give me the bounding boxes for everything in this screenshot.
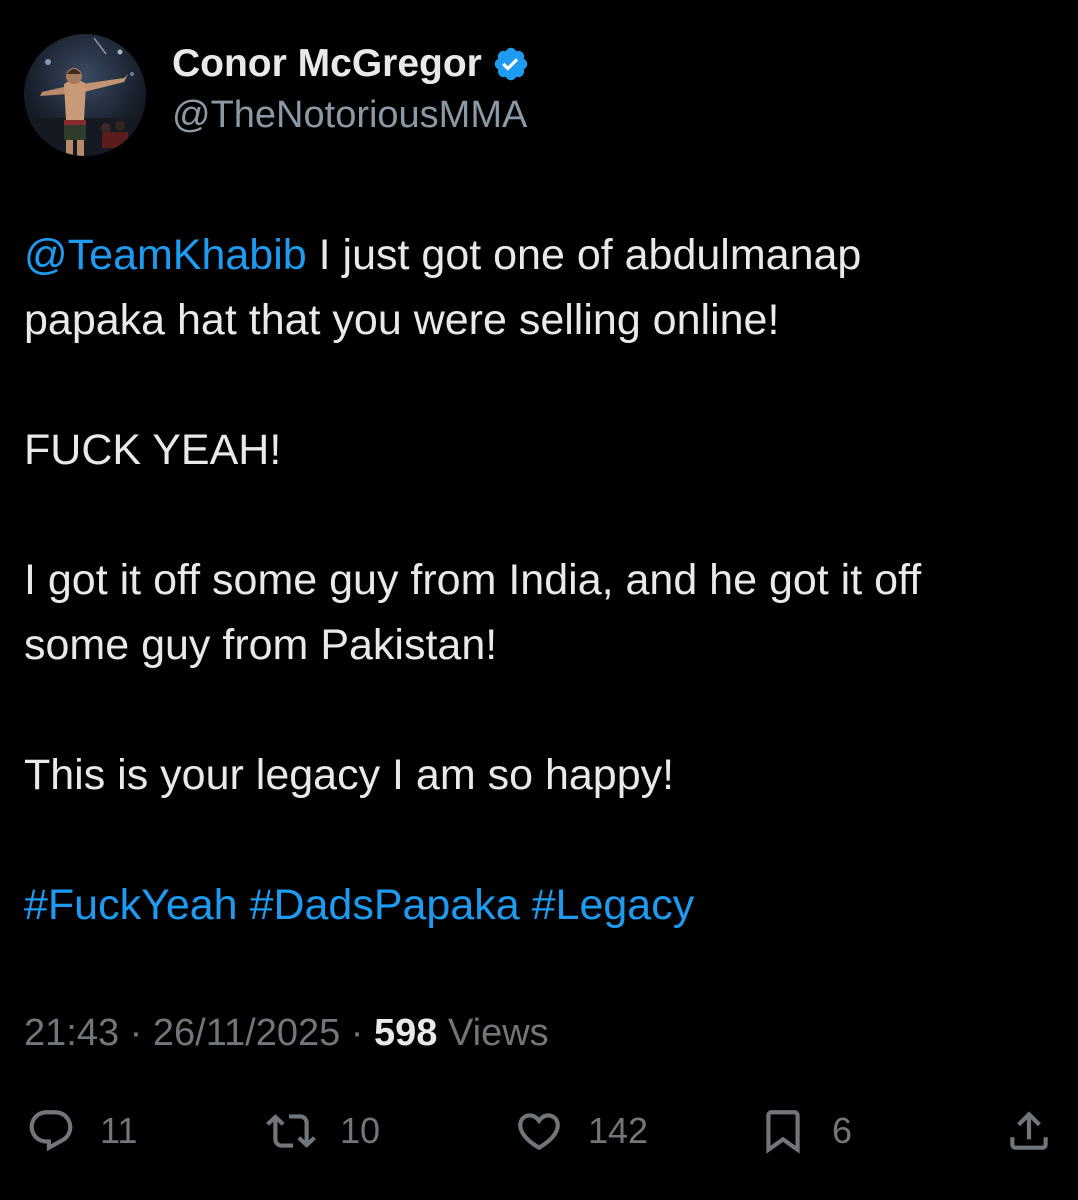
name-row: Conor McGregor <box>172 40 530 88</box>
share-icon <box>1010 1111 1048 1150</box>
repost-count: 10 <box>340 1110 381 1151</box>
tweet-header: Conor McGregor @TheNotoriousMMA <box>24 34 530 156</box>
reply-icon <box>29 1110 73 1152</box>
tweet-line-2: papaka hat that you were selling online! <box>24 296 780 344</box>
meta-separator: · <box>119 1012 153 1054</box>
tweet-line-5: some guy from Pakistan! <box>24 621 498 669</box>
meta-separator: · <box>340 1012 375 1054</box>
tweet-meta: 21:43 · 26/11/2025 · 598 Views <box>24 1012 549 1055</box>
avatar-photo <box>24 34 146 156</box>
bookmark-icon <box>766 1110 800 1154</box>
tweet-line-3: FUCK YEAH! <box>24 426 282 474</box>
handle[interactable]: @TheNotoriousMMA <box>172 94 530 137</box>
action-bar: 11 10 142 6 <box>0 1098 1078 1164</box>
verified-badge-icon[interactable] <box>492 45 530 83</box>
tweet-date[interactable]: 26/11/2025 <box>153 1012 340 1054</box>
like-count: 142 <box>588 1110 649 1151</box>
author-info: Conor McGregor @TheNotoriousMMA <box>172 40 530 137</box>
views-count: 598 <box>374 1012 438 1054</box>
tweet-line-1-text: I just got one of abdulmanap <box>306 231 862 279</box>
avatar[interactable] <box>24 34 146 156</box>
views-label: Views <box>437 1012 549 1054</box>
hashtag-link[interactable]: #DadsPapaka <box>250 881 520 929</box>
tweet-line-4: I got it off some guy from India, and he… <box>24 556 922 604</box>
hashtag-link[interactable]: #FuckYeah <box>24 881 238 929</box>
hashtag-line: #FuckYeah #DadsPapaka #Legacy <box>24 873 1054 938</box>
reply-button[interactable]: 11 <box>26 1098 137 1164</box>
tweet-time[interactable]: 21:43 <box>24 1012 119 1054</box>
share-button[interactable] <box>1004 1098 1054 1164</box>
heart-icon <box>518 1113 560 1151</box>
tweet-line-6: This is your legacy I am so happy! <box>24 751 675 799</box>
display-name[interactable]: Conor McGregor <box>172 42 482 86</box>
repost-icon <box>266 1114 316 1148</box>
hashtag-link[interactable]: #Legacy <box>532 881 695 929</box>
reply-count: 11 <box>100 1110 138 1151</box>
like-button[interactable]: 142 <box>514 1098 648 1164</box>
repost-button[interactable]: 10 <box>266 1098 380 1164</box>
bookmark-button[interactable]: 6 <box>758 1098 852 1164</box>
tweet-text: @TeamKhabib I just got one of abdulmanap… <box>24 223 1054 938</box>
bookmark-count: 6 <box>832 1110 853 1151</box>
tweet-line-1: @TeamKhabib I just got one of abdulmanap <box>24 223 1054 288</box>
mention-link[interactable]: @TeamKhabib <box>24 231 307 279</box>
